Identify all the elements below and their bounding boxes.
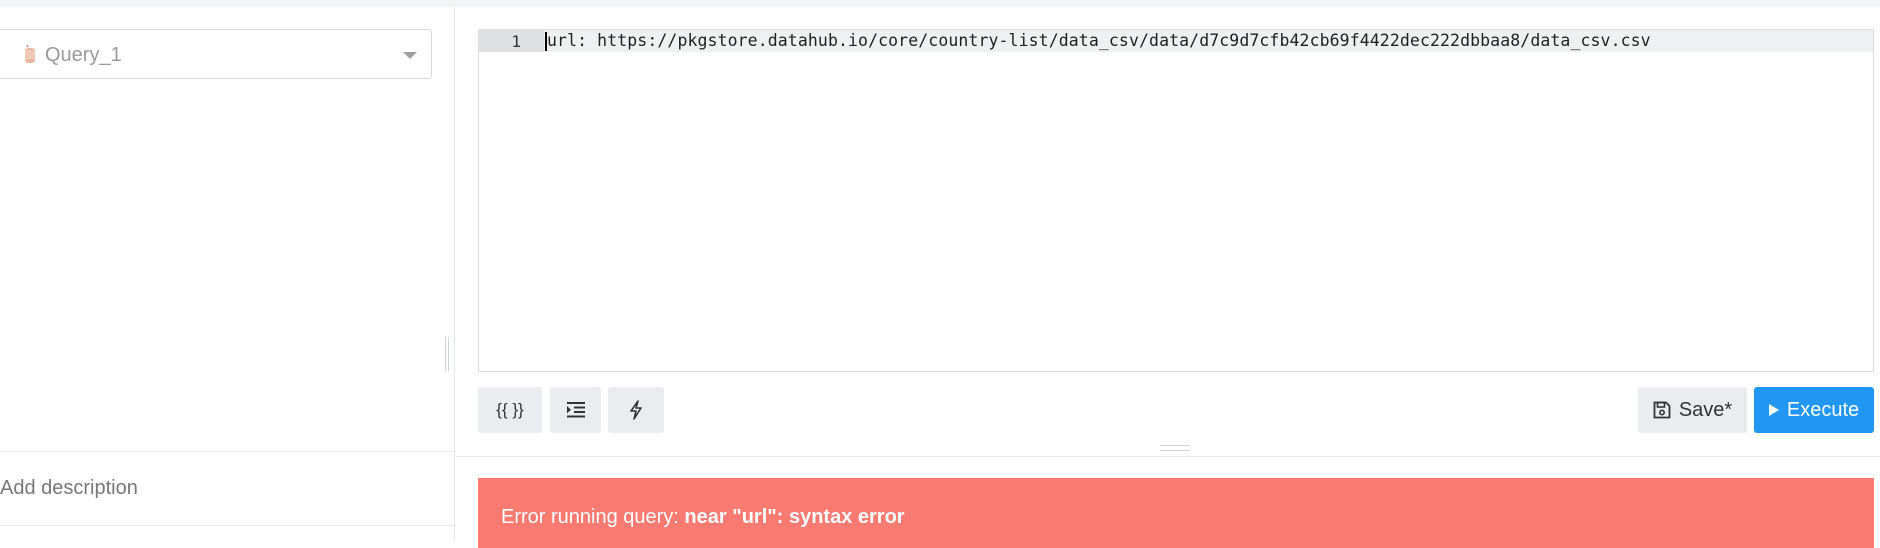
error-alert: Error running query: near "url": syntax … (478, 478, 1874, 548)
save-button[interactable]: Save* (1638, 387, 1747, 433)
add-description-link[interactable]: Add description (0, 477, 138, 500)
sidebar-resize-handle[interactable] (445, 337, 449, 371)
description-divider-bottom (0, 525, 454, 526)
save-button-label: Save* (1678, 398, 1733, 421)
chevron-down-icon (403, 52, 417, 59)
query-editor[interactable]: 1 url: https://pkgstore.datahub.io/core/… (478, 29, 1874, 372)
code-line[interactable]: url: https://pkgstore.datahub.io/core/co… (547, 31, 1651, 50)
description-divider-top (0, 451, 454, 452)
line-number: 1 (511, 32, 521, 51)
sqlite-icon (25, 45, 35, 63)
error-prefix: Error running query: (501, 506, 685, 528)
error-message: Error running query: near "url": syntax … (501, 506, 905, 529)
error-detail: near "url": syntax error (684, 506, 905, 528)
left-panel: Query_1 Add description (0, 7, 454, 540)
datasource-label: Query_1 (45, 44, 122, 66)
play-icon (1768, 404, 1779, 416)
autocomplete-button[interactable] (608, 387, 664, 433)
pane-resize-handle[interactable] (1160, 445, 1190, 451)
indent-icon (566, 402, 585, 418)
top-strip (0, 0, 1880, 7)
bolt-icon (630, 400, 642, 420)
execute-button-label: Execute (1786, 398, 1860, 421)
panel-divider (454, 7, 455, 540)
text-cursor (545, 32, 547, 51)
indent-button[interactable] (550, 387, 601, 433)
execute-button[interactable]: Execute (1754, 387, 1874, 433)
format-button-label: {{ }} (496, 400, 524, 419)
pane-divider (456, 456, 1880, 457)
datasource-select[interactable]: Query_1 (0, 29, 432, 79)
format-query-button[interactable]: {{ }} (478, 387, 542, 433)
floppy-icon (1653, 401, 1671, 419)
